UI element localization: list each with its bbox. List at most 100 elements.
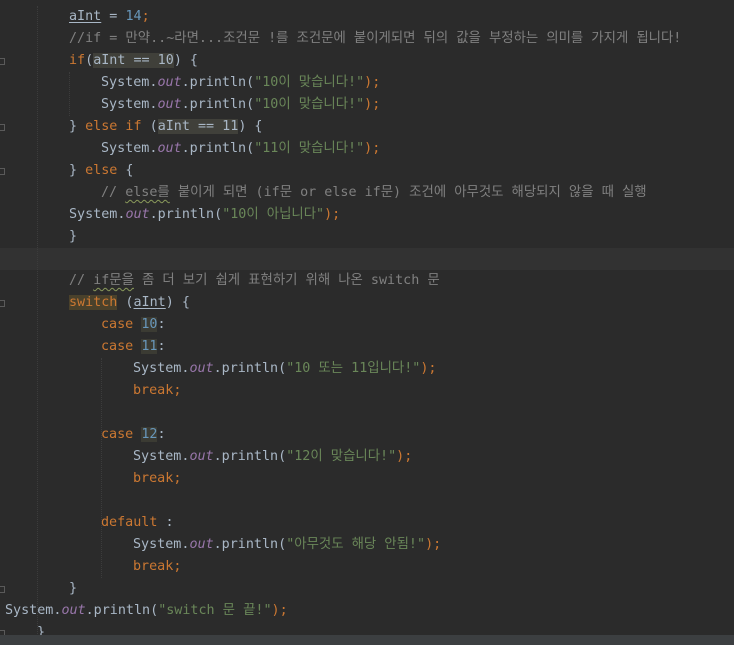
fold-icon[interactable]: [0, 124, 5, 131]
code-line[interactable]: switch (aInt) {: [0, 292, 734, 314]
code-text: // else를 붙이게 되면 (if문 or else if문) 조건에 아무…: [101, 182, 647, 204]
horizontal-scrollbar[interactable]: [0, 635, 734, 645]
code-line[interactable]: }: [0, 578, 734, 600]
code-line[interactable]: break;: [0, 556, 734, 578]
code-token: 10: [141, 317, 158, 332]
fold-icon[interactable]: [0, 168, 5, 175]
code-line[interactable]: System.out.println("10 또는 11입니다!");: [0, 358, 734, 380]
code-line[interactable]: System.out.println("12이 맞습니다!");: [0, 446, 734, 468]
fold-icon[interactable]: [0, 300, 5, 307]
code-token: System.: [101, 141, 158, 156]
code-line[interactable]: // if문을 좀 더 보기 쉽게 표현하기 위해 나온 switch 문: [0, 270, 734, 292]
code-token: ;: [141, 9, 150, 24]
code-line[interactable]: } else if (aInt == 11) {: [0, 116, 734, 138]
code-token: ;: [173, 383, 182, 398]
code-token: out: [61, 603, 86, 618]
code-token: break: [133, 383, 174, 398]
code-line[interactable]: // else를 붙이게 되면 (if문 or else if문) 조건에 아무…: [0, 182, 734, 204]
code-token: else: [85, 163, 118, 178]
code-token: aInt: [69, 9, 102, 24]
indent-guide: [37, 6, 38, 644]
code-line[interactable]: System.out.println("아무것도 해당 안됨!");: [0, 534, 734, 556]
code-token: .println(: [149, 207, 223, 222]
code-text: System.out.println("아무것도 해당 안됨!");: [133, 534, 441, 556]
code-text: aInt = 14;: [69, 6, 150, 28]
code-token: out: [189, 361, 214, 376]
code-line[interactable]: [0, 402, 734, 424]
code-token: :: [157, 339, 166, 354]
code-token: System.: [101, 75, 158, 90]
code-token: default: [101, 515, 158, 530]
code-line[interactable]: System.out.println("11이 맞습니다!");: [0, 138, 734, 160]
code-token: }: [69, 581, 78, 596]
fold-icon[interactable]: [0, 586, 5, 593]
code-token: out: [125, 207, 150, 222]
code-token: );: [324, 207, 341, 222]
code-text: } else if (aInt == 11) {: [69, 116, 263, 138]
code-text: break;: [133, 556, 181, 578]
code-text: }: [69, 578, 77, 600]
code-text: System.out.println("10이 맞습니다!");: [101, 72, 380, 94]
code-line[interactable]: case 12:: [0, 424, 734, 446]
code-token: ;: [173, 471, 182, 486]
code-token: aInt: [133, 295, 166, 310]
code-line[interactable]: System.out.println("10이 맞습니다!");: [0, 72, 734, 94]
code-token: "10이 아닙니다": [222, 207, 325, 222]
code-token: aInt == 11: [157, 119, 239, 134]
code-token: switch: [69, 295, 118, 310]
code-text: switch (aInt) {: [69, 292, 190, 314]
code-token: .println(: [213, 449, 287, 464]
code-line[interactable]: [0, 490, 734, 512]
code-editor[interactable]: aInt = 14; //if = 만약..~라면...조건문 !를 조건문에 붙…: [0, 0, 734, 645]
code-line[interactable]: System.out.println("10이 맞습니다!");: [0, 94, 734, 116]
code-text: break;: [133, 380, 181, 402]
code-line[interactable]: System.out.println("10이 아닙니다");: [0, 204, 734, 226]
code-token: ) {: [165, 295, 190, 310]
code-token: );: [396, 449, 413, 464]
indent-guide: [101, 358, 102, 578]
fold-icon[interactable]: [0, 58, 5, 65]
code-token: out: [189, 537, 214, 552]
code-line[interactable]: //if = 만약..~라면...조건문 !를 조건문에 붙이게되면 뒤의 값을…: [0, 28, 734, 50]
code-token: case: [101, 339, 142, 354]
code-text: System.out.println("12이 맞습니다!");: [133, 446, 412, 468]
code-token: ;: [173, 559, 182, 574]
code-token: else를: [125, 185, 170, 200]
code-token: );: [271, 603, 288, 618]
code-token: :: [157, 515, 174, 530]
code-text: System.out.println("switch 문 끝!");: [5, 600, 288, 622]
code-text: } else {: [69, 160, 134, 182]
code-text: break;: [133, 468, 181, 490]
code-token: System.: [133, 361, 190, 376]
code-token: 11: [141, 339, 158, 354]
code-token: "11이 맞습니다!": [254, 141, 365, 156]
code-text: System.out.println("11이 맞습니다!");: [101, 138, 380, 160]
code-token: (: [117, 295, 134, 310]
code-line[interactable]: default :: [0, 512, 734, 534]
code-token: out: [157, 97, 182, 112]
code-token: System.: [133, 537, 190, 552]
code-token: 12: [141, 427, 158, 442]
code-text: if(aInt == 10) {: [69, 50, 198, 72]
code-line[interactable]: case 10:: [0, 314, 734, 336]
code-token: case: [101, 317, 142, 332]
code-text: //if = 만약..~라면...조건문 !를 조건문에 붙이게되면 뒤의 값을…: [69, 28, 681, 50]
code-line[interactable]: if(aInt == 10) {: [0, 50, 734, 72]
code-token: .println(: [181, 75, 255, 90]
code-text: default :: [101, 512, 174, 534]
code-text: case 12:: [101, 424, 166, 446]
code-token: }: [69, 119, 86, 134]
code-token: case: [101, 427, 142, 442]
code-line[interactable]: break;: [0, 468, 734, 490]
code-line[interactable]: aInt = 14;: [0, 6, 734, 28]
code-token: }: [69, 163, 86, 178]
code-line[interactable]: break;: [0, 380, 734, 402]
code-line[interactable]: case 11:: [0, 336, 734, 358]
code-line[interactable]: [0, 248, 734, 270]
code-token: ) {: [238, 119, 263, 134]
code-line[interactable]: }: [0, 226, 734, 248]
code-line[interactable]: System.out.println("switch 문 끝!");: [0, 600, 734, 622]
code-text: // if문을 좀 더 보기 쉽게 표현하기 위해 나온 switch 문: [69, 270, 440, 292]
code-token: //if = 만약..~라면...조건문 !를 조건문에 붙이게되면 뒤의 값을…: [69, 31, 682, 46]
code-line[interactable]: } else {: [0, 160, 734, 182]
